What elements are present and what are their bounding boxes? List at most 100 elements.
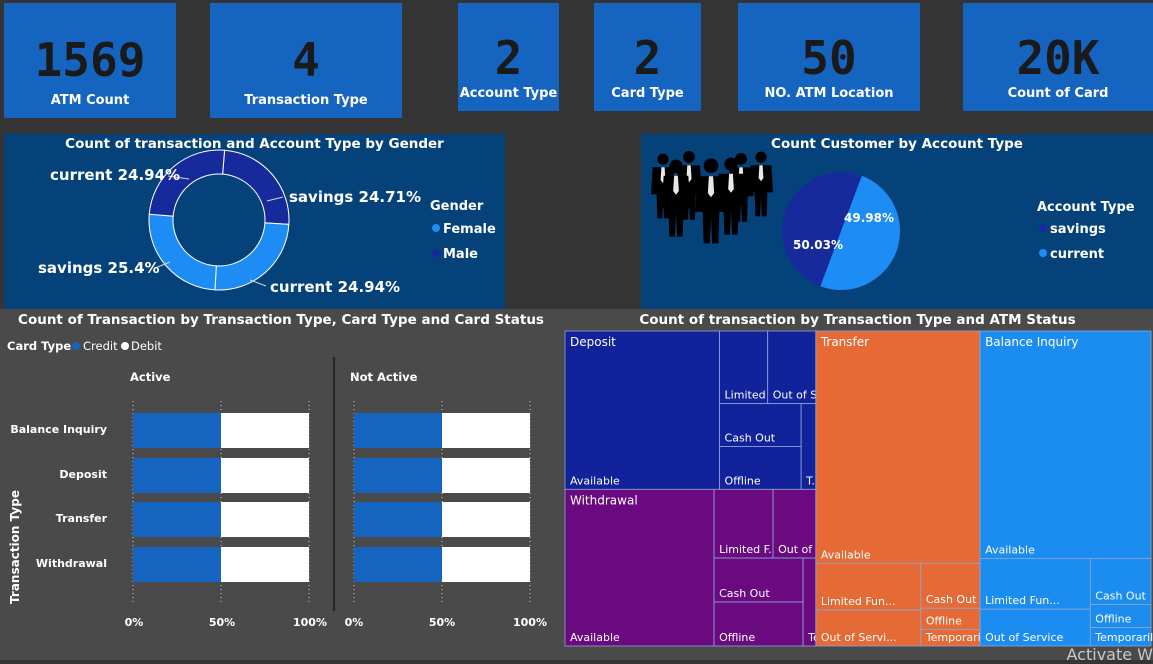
legend-item[interactable]: Male [443,247,478,262]
treemap-label: Out of Service [985,631,1063,644]
treemap-label: Available [570,631,620,644]
legend-dot-female [432,224,440,232]
bar-credit[interactable] [133,547,221,582]
bar-credit[interactable] [354,458,442,493]
bar-credit[interactable] [133,502,221,537]
donut-slice-savings[interactable] [222,149,290,225]
legend-item[interactable]: savings [1050,222,1106,237]
slice-label: 49.98% [844,211,894,225]
legend-item[interactable]: current [1050,247,1104,262]
slice-label: savings 24.71% [289,188,421,206]
legend-dot-debit [121,342,129,350]
treemap-label: Cash Out [719,587,770,600]
bar-debit[interactable] [221,413,309,448]
treemap-cell[interactable] [979,330,1152,559]
slice-label: savings 25.4% [38,259,160,277]
treemap-label: Temporaril... [1094,631,1153,644]
donut-slice-savings[interactable] [148,213,217,291]
bar-debit[interactable] [442,502,530,537]
kpi-value: 4 [292,33,320,87]
kpi-value: 2 [494,31,523,85]
x-tick-label: 50% [429,616,455,629]
bar-debit[interactable] [221,547,309,582]
x-tick-label: 0% [125,616,144,629]
legend-title: Card Type [7,339,71,353]
bar-credit[interactable] [133,413,221,448]
treemap-label: Available [821,548,871,561]
bar-debit[interactable] [221,502,309,537]
treemap-cell[interactable] [815,330,981,564]
bar-chart: Card Type Credit Debit Active Not Active… [7,339,547,629]
kpi-card-account-type[interactable]: 2 Account Type [458,3,559,111]
bar-credit[interactable] [133,458,221,493]
facet-label: Active [130,370,171,384]
bar-debit[interactable] [442,547,530,582]
treemap-label: Offline [725,474,761,487]
donut-chart-panel[interactable]: Count of transaction and Account Type by… [4,134,505,309]
treemap-panel[interactable]: Count of transaction by Transaction Type… [562,309,1153,660]
treemap-chart: DepositAvailableLimited ...Out of S...Ca… [564,330,1153,647]
kpi-label: Account Type [459,86,558,101]
kpi-card-atm-count[interactable]: 1569 ATM Count [4,3,176,118]
x-tick-label: 100% [293,616,327,629]
pie-chart-panel[interactable]: Count Customer by Account Type 49.98% 50… [641,134,1153,309]
y-axis-title: Transaction Type [8,490,22,604]
legend-dot-male [432,249,440,257]
kpi-card-card-type[interactable]: 2 Card Type [594,3,701,111]
x-tick-label: 50% [209,616,235,629]
treemap-label: Available [985,543,1035,556]
kpi-label: Transaction Type [244,93,368,108]
legend-title: Account Type [1037,200,1135,215]
treemap-label: Limited Fun... [821,595,896,608]
treemap-label: Transfer [820,335,869,349]
activation-watermark: Activate W [1066,645,1153,664]
legend-dot-current [1039,249,1047,257]
treemap-cell[interactable] [564,330,720,490]
kpi-value: 1569 [34,33,146,87]
y-tick-label: Transfer [56,512,108,525]
treemap-label: Withdrawal [570,493,638,507]
x-tick-label: 100% [513,616,547,629]
bar-credit[interactable] [354,547,442,582]
kpi-value: 20K [1016,31,1100,85]
kpi-card-atm-location[interactable]: 50 NO. ATM Location [738,3,920,111]
legend-item[interactable]: Debit [131,339,162,353]
treemap-label: Cash Out [926,593,977,606]
y-tick-label: Deposit [59,468,107,481]
donut-chart: current 24.94% savings 24.71% current 24… [38,149,496,296]
treemap-label: Limited Fun... [985,594,1060,607]
treemap-label: Cash Out [725,431,776,444]
treemap-cell[interactable] [564,488,715,647]
slice-label: 50.03% [793,238,843,252]
bar-debit[interactable] [442,458,530,493]
treemap-label: Available [570,474,620,487]
kpi-label: Count of Card [1007,86,1109,101]
bar-debit[interactable] [442,413,530,448]
treemap-label: Offline [926,614,962,627]
treemap-label: Cash Out [1095,590,1146,603]
kpi-label: ATM Count [50,93,130,108]
y-tick-label: Balance Inquiry [10,423,107,436]
people-icon [651,150,773,244]
pie-chart: 49.98% 50.03% Account Type savings curre… [651,150,1135,291]
legend-dot-savings [1039,224,1047,232]
treemap-label: Out of Servi... [821,631,897,644]
treemap-label: Limited F... [719,543,779,556]
treemap-label: Balance Inquiry [985,335,1078,349]
bar-credit[interactable] [354,502,442,537]
bar-credit[interactable] [354,413,442,448]
legend-item[interactable]: Female [443,222,496,237]
legend-title: Gender [430,199,484,214]
bar-chart-panel[interactable]: Count of Transaction by Transaction Type… [0,309,562,660]
legend-item[interactable]: Credit [83,339,118,353]
leader-line [249,279,267,287]
legend-dot-credit [72,342,80,350]
kpi-card-transaction-type[interactable]: 4 Transaction Type [210,3,402,118]
kpi-card-count-of-card[interactable]: 20K Count of Card [963,3,1153,111]
kpi-value: 2 [633,31,662,85]
x-tick-label: 0% [345,616,364,629]
person-figure [749,151,773,217]
bar-debit[interactable] [221,458,309,493]
treemap-label: Offline [719,631,755,644]
treemap-label: Deposit [570,335,616,349]
